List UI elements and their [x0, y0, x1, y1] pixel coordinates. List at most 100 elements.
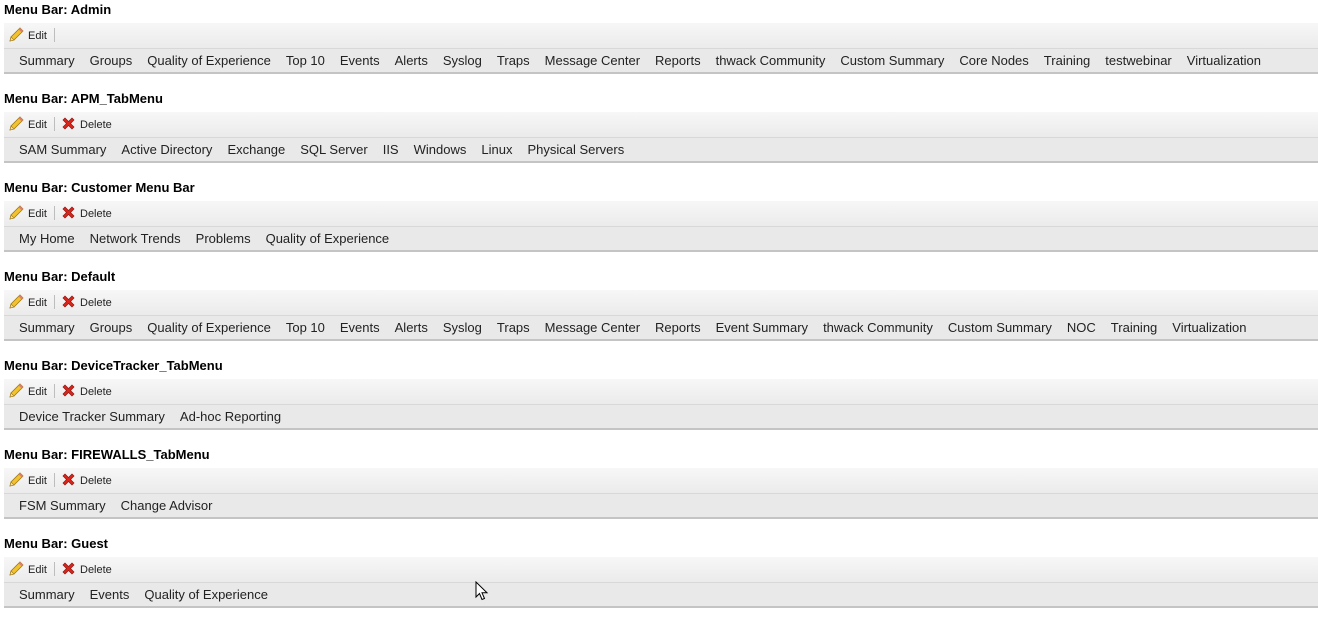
menu-tab[interactable]: Network Trends	[90, 231, 181, 246]
delete-label: Delete	[80, 296, 112, 309]
menu-tab[interactable]: Quality of Experience	[266, 231, 390, 246]
menu-tab[interactable]: Virtualization	[1187, 53, 1261, 68]
edit-label: Edit	[28, 29, 47, 42]
menubar-title: Menu Bar: APM_TabMenu	[4, 91, 163, 106]
menubar-tabs: Summary Groups Quality of Experience Top 10…	[4, 316, 1318, 341]
menu-tab[interactable]: Ad-hoc Reporting	[180, 409, 281, 424]
delete-label: Delete	[80, 474, 112, 487]
menu-tab[interactable]: Syslog	[443, 320, 482, 335]
menu-tab[interactable]: Events	[340, 53, 380, 68]
edit-label: Edit	[28, 385, 47, 398]
pencil-icon	[8, 560, 25, 580]
menu-tab[interactable]: Traps	[497, 53, 530, 68]
menubar-section: Menu Bar: APM_TabMenu Edit Delete SAM Summa…	[0, 89, 1318, 178]
menu-tab[interactable]: Message Center	[545, 53, 640, 68]
menu-tab[interactable]: testwebinar	[1105, 53, 1171, 68]
menu-tab[interactable]: FSM Summary	[19, 498, 106, 513]
menu-tab[interactable]: Summary	[19, 587, 75, 602]
edit-button[interactable]: Edit	[8, 560, 47, 580]
menu-tab[interactable]: Physical Servers	[527, 142, 624, 157]
edit-label: Edit	[28, 296, 47, 309]
edit-button[interactable]: Edit	[8, 293, 47, 313]
menu-tab[interactable]: Training	[1044, 53, 1090, 68]
delete-label: Delete	[80, 207, 112, 220]
pencil-icon	[8, 293, 25, 313]
edit-button[interactable]: Edit	[8, 382, 47, 402]
menu-tab[interactable]: IIS	[383, 142, 399, 157]
menu-tab[interactable]: Training	[1111, 320, 1157, 335]
menu-tab[interactable]: Groups	[90, 320, 133, 335]
menu-tab[interactable]: Custom Summary	[840, 53, 944, 68]
menu-tab[interactable]: Top 10	[286, 53, 325, 68]
delete-button[interactable]: Delete	[60, 561, 112, 578]
delete-button[interactable]: Delete	[60, 205, 112, 222]
red-x-icon	[60, 293, 77, 313]
delete-button[interactable]: Delete	[60, 383, 112, 400]
menu-tab[interactable]: Windows	[414, 142, 467, 157]
edit-button[interactable]: Edit	[8, 26, 47, 44]
menubar-toolbar: Edit Delete	[4, 112, 1318, 138]
delete-button[interactable]: Delete	[60, 116, 112, 133]
menubar-toolbar: Edit Delete	[4, 557, 1318, 583]
menu-tab[interactable]: Traps	[497, 320, 530, 335]
menubar-title: Menu Bar: Admin	[4, 2, 112, 17]
menu-tab[interactable]: Events	[90, 587, 130, 602]
delete-label: Delete	[80, 563, 112, 576]
menu-tab[interactable]: Reports	[655, 53, 701, 68]
menubar-title: Menu Bar: DeviceTracker_TabMenu	[4, 358, 223, 373]
menubar-title: Menu Bar: Default	[4, 269, 116, 284]
menu-tab[interactable]: Core Nodes	[959, 53, 1028, 68]
red-x-icon	[60, 115, 77, 135]
menu-tab[interactable]: SAM Summary	[19, 142, 106, 157]
toolbar-divider	[54, 384, 55, 398]
menu-tab[interactable]: SQL Server	[300, 142, 367, 157]
menu-tab[interactable]: Event Summary	[716, 320, 808, 335]
menu-tab[interactable]: Problems	[196, 231, 251, 246]
pencil-icon	[8, 382, 25, 402]
menu-tab[interactable]: Syslog	[443, 53, 482, 68]
menubar-section: Menu Bar: FIREWALLS_TabMenu Edit Delete FSM…	[0, 445, 1318, 534]
menu-tab[interactable]: Events	[340, 320, 380, 335]
menu-tab[interactable]: Summary	[19, 53, 75, 68]
menu-tab[interactable]: Top 10	[286, 320, 325, 335]
menu-tab[interactable]: Change Advisor	[121, 498, 213, 513]
edit-label: Edit	[28, 118, 47, 131]
menubar-toolbar: Edit	[4, 23, 1318, 49]
menu-tab[interactable]: thwack Community	[716, 53, 826, 68]
menu-tab[interactable]: Device Tracker Summary	[19, 409, 165, 424]
menu-tab[interactable]: Quality of Experience	[147, 53, 271, 68]
menubar-section: Menu Bar: Admin Edit Summary Groups Quality …	[0, 0, 1318, 89]
edit-button[interactable]: Edit	[8, 471, 47, 489]
edit-button[interactable]: Edit	[8, 115, 47, 133]
menu-tab[interactable]: Message Center	[545, 320, 640, 335]
menu-tab[interactable]: Active Directory	[121, 142, 212, 157]
toolbar-divider	[54, 295, 55, 309]
delete-label: Delete	[80, 385, 112, 398]
menu-tab[interactable]: Groups	[90, 53, 133, 68]
menubar-list: Menu Bar: Admin Edit Summary Groups Quality …	[0, 0, 1318, 623]
menu-tab[interactable]: My Home	[19, 231, 75, 246]
edit-label: Edit	[28, 474, 47, 487]
menu-tab[interactable]: Reports	[655, 320, 701, 335]
edit-button[interactable]: Edit	[8, 204, 47, 224]
menu-tab[interactable]: Alerts	[395, 320, 428, 335]
menu-tab[interactable]: Quality of Experience	[144, 587, 268, 602]
menubar-section: Menu Bar: Guest Edit Delete Summary Events Qu…	[0, 534, 1318, 623]
menu-tab[interactable]: Custom Summary	[948, 320, 1052, 335]
menubar-title: Menu Bar: Guest	[4, 536, 109, 551]
pencil-icon	[8, 204, 25, 224]
mouse-cursor-icon	[475, 581, 489, 601]
menu-tab[interactable]: Virtualization	[1172, 320, 1246, 335]
toolbar-divider	[54, 206, 55, 220]
delete-button[interactable]: Delete	[60, 294, 112, 311]
menu-tab[interactable]: thwack Community	[823, 320, 933, 335]
menu-tab[interactable]: Quality of Experience	[147, 320, 271, 335]
menu-tab[interactable]: Linux	[481, 142, 512, 157]
menu-tab[interactable]: Exchange	[227, 142, 285, 157]
menu-tab[interactable]: NOC	[1067, 320, 1096, 335]
red-x-icon	[60, 560, 77, 580]
edit-label: Edit	[28, 207, 47, 220]
delete-button[interactable]: Delete	[60, 472, 112, 489]
menu-tab[interactable]: Alerts	[395, 53, 428, 68]
menu-tab[interactable]: Summary	[19, 320, 75, 335]
